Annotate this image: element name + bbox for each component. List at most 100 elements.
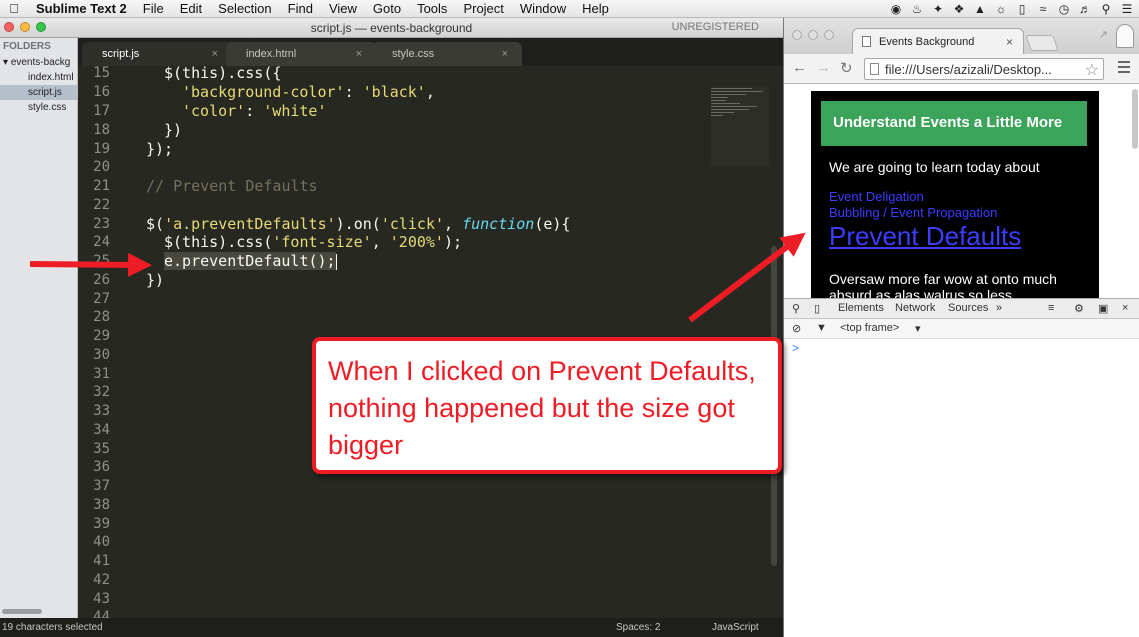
- minimap[interactable]: [711, 86, 769, 166]
- menu-tools[interactable]: Tools: [409, 0, 455, 18]
- sidebar-scrollbar[interactable]: [2, 609, 42, 614]
- event-delegation-link[interactable]: Event Deligation: [829, 189, 924, 204]
- line-number: 26: [93, 272, 110, 288]
- tab-index-html[interactable]: index.html ×: [226, 42, 376, 66]
- menu-edit[interactable]: Edit: [172, 0, 210, 18]
- fullscreen-icon[interactable]: ↗: [1099, 28, 1108, 41]
- menu-window[interactable]: Window: [512, 0, 574, 18]
- indentation-status[interactable]: Spaces: 2: [616, 622, 660, 633]
- line-number: 20: [93, 159, 110, 175]
- evernote-icon[interactable]: ✦: [932, 2, 944, 16]
- tab-close-icon[interactable]: ×: [502, 48, 508, 60]
- sidebar-file-index[interactable]: index.html: [0, 70, 77, 85]
- code-keyword: function: [462, 215, 535, 233]
- menu-project[interactable]: Project: [455, 0, 511, 18]
- chrome-window: Events Background × ↗ ← → ↻ file:///User…: [783, 18, 1139, 637]
- tab-close-icon[interactable]: ×: [356, 48, 362, 60]
- close-devtools-icon[interactable]: ×: [1122, 302, 1128, 314]
- brightness-icon[interactable]: ☼: [995, 2, 1007, 16]
- tab-style-css[interactable]: style.css ×: [372, 42, 522, 66]
- tab-close-icon[interactable]: ×: [1006, 35, 1013, 49]
- bubbling-link[interactable]: Bubbling / Event Propagation: [829, 205, 997, 220]
- apple-menu-icon[interactable]: : [0, 1, 28, 16]
- forward-arrow-icon[interactable]: →: [816, 59, 831, 76]
- app-menu[interactable]: Sublime Text 2: [28, 0, 135, 18]
- menu-view[interactable]: View: [321, 0, 365, 18]
- code-line-15: $(this).css({: [164, 66, 281, 83]
- clear-console-icon[interactable]: ⊘: [792, 322, 801, 335]
- syntax-status[interactable]: JavaScript: [712, 622, 759, 633]
- sidebar-folder-events-background[interactable]: ▾ events-backg: [0, 55, 77, 70]
- wifi-icon[interactable]: ≈: [1037, 2, 1049, 16]
- tab-close-icon[interactable]: ×: [212, 48, 218, 60]
- sidebar-file-script[interactable]: script.js: [0, 85, 77, 100]
- folder-label: events-backg: [10, 57, 71, 68]
- console-prompt[interactable]: >: [792, 341, 799, 355]
- line-number: 34: [93, 422, 110, 438]
- notification-center-icon[interactable]: ☰: [1121, 2, 1133, 16]
- frame-selector[interactable]: <top frame>: [840, 322, 899, 334]
- tab-script-js[interactable]: script.js ×: [82, 42, 232, 66]
- menu-goto[interactable]: Goto: [365, 0, 409, 18]
- volume-icon[interactable]: ♬: [1079, 2, 1091, 16]
- zoom-window-icon[interactable]: [824, 30, 834, 40]
- line-number: 23: [93, 216, 110, 232]
- dropbox-icon[interactable]: ❖: [953, 2, 965, 16]
- code-token: });: [146, 140, 174, 158]
- menu-help[interactable]: Help: [574, 0, 617, 18]
- line-number: 36: [93, 459, 110, 475]
- dock-side-icon[interactable]: ▣: [1098, 302, 1108, 315]
- tab-label: style.css: [392, 48, 435, 60]
- devtools-tab-elements[interactable]: Elements: [838, 302, 884, 314]
- devtools-tab-sources[interactable]: Sources: [948, 302, 988, 314]
- record-icon[interactable]: ◉: [890, 2, 902, 16]
- chrome-toolbar: ← → ↻ file:///Users/azizali/Desktop... ☆: [784, 54, 1139, 84]
- chrome-tab-strip: Events Background × ↗: [784, 18, 1139, 54]
- prevent-defaults-link[interactable]: Prevent Defaults: [829, 221, 1021, 252]
- line-number: 17: [93, 103, 110, 119]
- code-line-23: $('a.preventDefaults').on('click', funct…: [146, 215, 571, 233]
- line-number: 43: [93, 591, 110, 607]
- console-drawer-icon[interactable]: ≡: [1048, 302, 1054, 314]
- menu-selection[interactable]: Selection: [210, 0, 279, 18]
- device-mode-icon[interactable]: ▯: [814, 302, 820, 315]
- spotlight-search-icon[interactable]: ⚲: [1100, 2, 1112, 16]
- line-number: 15: [93, 66, 110, 81]
- line-number: 42: [93, 572, 110, 588]
- back-arrow-icon[interactable]: ←: [792, 59, 807, 76]
- sidebar-file-style[interactable]: style.css: [0, 100, 77, 115]
- menu-file[interactable]: File: [135, 0, 172, 18]
- more-tabs-icon[interactable]: »: [996, 302, 1002, 314]
- profile-icon[interactable]: [1116, 24, 1134, 48]
- close-window-icon[interactable]: [792, 30, 802, 40]
- code-token: 'black': [362, 83, 426, 101]
- page-scrollbar[interactable]: [1132, 89, 1138, 149]
- bookmark-star-icon[interactable]: ☆: [1085, 60, 1099, 79]
- new-tab-button[interactable]: [1025, 35, 1059, 51]
- settings-gear-icon[interactable]: ⚙: [1074, 302, 1084, 315]
- address-bar[interactable]: file:///Users/azizali/Desktop... ☆: [864, 58, 1104, 80]
- editor-tab-bar: script.js × index.html × style.css ×: [78, 38, 783, 66]
- filter-icon[interactable]: ▼: [816, 322, 827, 334]
- browser-tab[interactable]: Events Background ×: [852, 28, 1024, 54]
- code-token: 'a.preventDefaults': [164, 215, 336, 233]
- devtools-tab-network[interactable]: Network: [895, 302, 935, 314]
- browser-viewport: Understand Events a Little More We are g…: [784, 85, 1139, 298]
- chevron-down-icon[interactable]: ▾: [915, 322, 921, 335]
- code-line-26: }): [146, 271, 164, 290]
- menu-find[interactable]: Find: [280, 0, 321, 18]
- selected-code[interactable]: e.preventDefault();: [164, 252, 336, 270]
- inspect-search-icon[interactable]: ⚲: [792, 302, 800, 315]
- line-number: 40: [93, 534, 110, 550]
- sublime-titlebar: script.js — events-background UNREGISTER…: [0, 18, 783, 38]
- notification-bell-icon[interactable]: ♨: [911, 2, 923, 16]
- chrome-menu-icon[interactable]: [1118, 61, 1130, 73]
- clock-icon[interactable]: ◷: [1058, 2, 1070, 16]
- page-icon: [870, 63, 879, 75]
- battery-icon[interactable]: ▯: [1016, 2, 1028, 16]
- minimize-window-icon[interactable]: [808, 30, 818, 40]
- reload-icon[interactable]: ↻: [840, 59, 853, 77]
- line-number: 22: [93, 197, 110, 213]
- code-token: (e){: [534, 215, 571, 233]
- drive-icon[interactable]: ▲: [974, 2, 986, 16]
